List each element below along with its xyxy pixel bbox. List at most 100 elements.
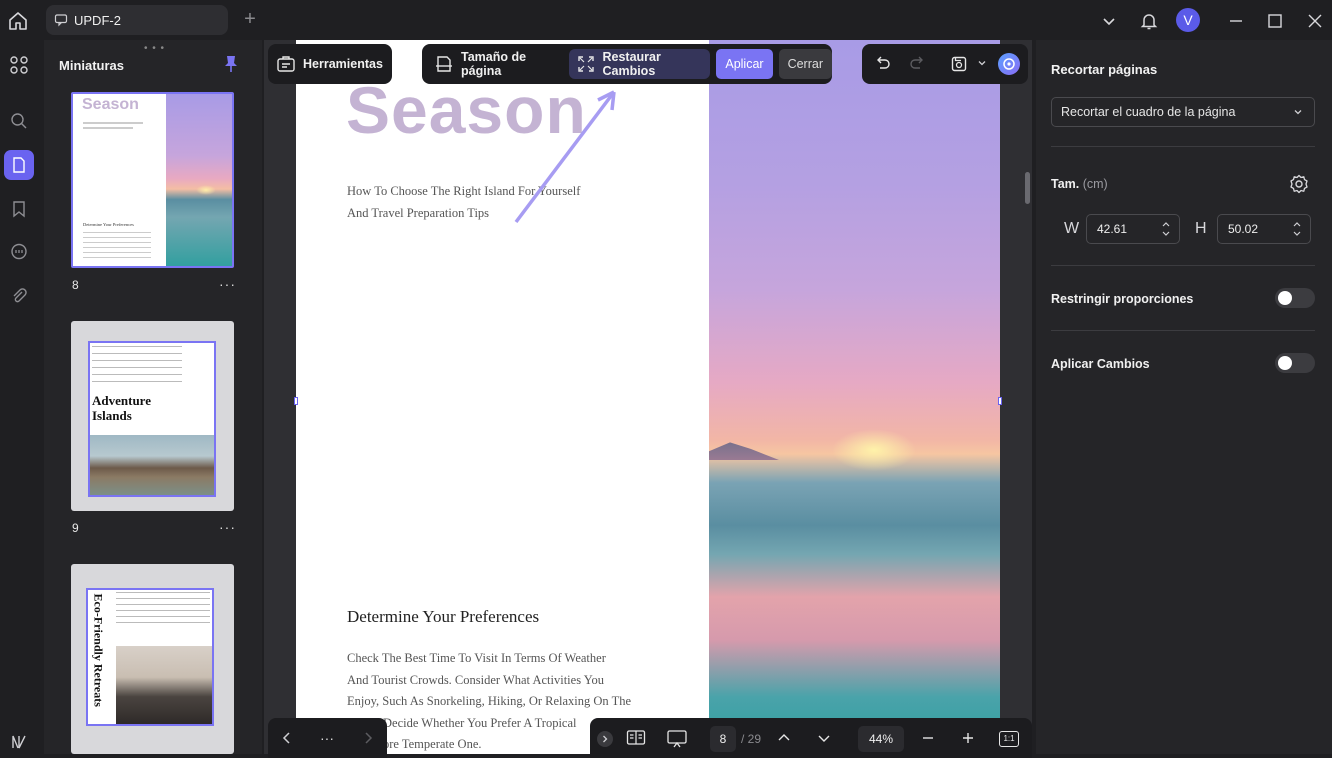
thumbnails-panel: • • • Miniaturas Season Determine Your P… (44, 40, 262, 754)
collapse-button[interactable] (597, 731, 613, 747)
constrain-toggle[interactable] (1275, 288, 1315, 308)
pin-icon[interactable] (222, 54, 240, 74)
stepper-icon[interactable] (1161, 220, 1171, 238)
actual-size-button[interactable]: 1:1 (999, 731, 1019, 747)
attachment-icon[interactable] (4, 281, 34, 311)
annotation-arrow[interactable] (512, 88, 622, 228)
constrain-label: Restringir proporciones (1051, 292, 1194, 306)
view-bar: 8 / 29 44% 1:1 (590, 718, 1032, 758)
maximize-icon[interactable] (1264, 10, 1286, 32)
thumb-page: Adventure Islands (88, 341, 216, 497)
height-label: H (1195, 220, 1207, 237)
tools-button[interactable]: Herramientas (268, 49, 391, 79)
size-unit: (cm) (1082, 177, 1108, 191)
page-size-icon (434, 54, 454, 74)
title-bar: UPDF-2 + V (0, 0, 1332, 40)
thumb-cover-title: Season (82, 96, 139, 113)
chevron-left-icon[interactable] (280, 730, 294, 746)
thumb-more-button[interactable]: ··· (219, 276, 236, 292)
chevron-down-icon[interactable] (1098, 10, 1120, 32)
thumb-body (92, 346, 182, 382)
thumbnail-page-9[interactable]: Adventure Islands (71, 321, 234, 511)
thumb-more-button[interactable]: ··· (219, 519, 236, 535)
thumbnail-page-8[interactable]: Season Determine Your Preferences (71, 92, 234, 268)
body-line: Check The Best Time To Visit In Terms Of… (347, 651, 606, 665)
pages-icon[interactable] (4, 150, 34, 180)
page-number-input[interactable]: 8 (710, 726, 736, 752)
home-icon[interactable] (6, 9, 30, 33)
zoom-level[interactable]: 44% (858, 726, 904, 752)
edit-toolbar (862, 44, 1028, 84)
restore-changes-button[interactable]: Restaurar Cambios (569, 49, 711, 79)
avatar[interactable]: V (1176, 8, 1200, 32)
size-label-text: Tam. (1051, 177, 1080, 191)
tools-icon (276, 54, 296, 74)
thumb-cover-title: Eco-Friendly Retreats (91, 593, 106, 707)
close-button[interactable]: Cerrar (778, 49, 832, 79)
settings-icon[interactable] (1288, 173, 1310, 195)
chevron-right-icon[interactable] (361, 730, 375, 746)
crop-handle-left[interactable] (294, 397, 298, 405)
page-photo (709, 40, 1000, 754)
panel-grip[interactable]: • • • (144, 43, 165, 54)
arrow-down-icon[interactable] (816, 730, 832, 746)
page-nav-bar: ··· (268, 718, 387, 758)
search-icon[interactable] (4, 106, 34, 136)
undo-icon[interactable] (874, 55, 892, 73)
bell-icon[interactable] (1138, 10, 1160, 32)
size-label: Tam. (cm) (1051, 177, 1108, 191)
comment-icon[interactable] (4, 237, 34, 267)
apply-changes-toggle[interactable] (1275, 353, 1315, 373)
crop-handle-right[interactable] (998, 397, 1002, 405)
pdf-page[interactable]: Season How To Choose The Right Island Fo… (296, 40, 1000, 754)
height-input[interactable]: 50.02 (1217, 214, 1311, 244)
thumb-section: Determine Your Preferences (83, 222, 134, 227)
bookmark-icon[interactable] (4, 194, 34, 224)
total-pages: / 29 (741, 732, 762, 746)
thumb-photo (116, 646, 212, 724)
chevron-down-icon[interactable] (976, 57, 988, 69)
close-icon[interactable] (1304, 10, 1326, 32)
stepper-icon[interactable] (1292, 220, 1302, 238)
body-line: And Tourist Crowds. Consider What Activi… (347, 672, 605, 687)
tools-label: Herramientas (303, 57, 383, 71)
scrollbar-thumb[interactable] (1025, 172, 1030, 204)
tab-title: UPDF-2 (74, 12, 121, 28)
apply-changes-label: Aplicar Cambios (1051, 357, 1150, 371)
presentation-icon[interactable] (666, 729, 688, 749)
crop-box-select[interactable]: Recortar el cuadro de la página (1051, 97, 1315, 127)
page-size-label: Tamaño de página (461, 50, 527, 78)
thumb-photo (90, 435, 214, 495)
new-tab-button[interactable]: + (240, 9, 260, 30)
grid-icon[interactable] (4, 50, 34, 80)
crop-panel-title: Recortar páginas (1051, 62, 1158, 77)
pdf-logo-icon[interactable] (4, 727, 34, 757)
document-canvas[interactable]: Season How To Choose The Right Island Fo… (264, 40, 1032, 754)
document-tab[interactable]: UPDF-2 (46, 5, 228, 35)
thumbnails-title: Miniaturas (59, 58, 125, 73)
thumb-page-number: 9 (72, 521, 79, 535)
island-silhouette (709, 442, 779, 460)
apply-button[interactable]: Aplicar (716, 49, 773, 79)
thumb-cover-title: Adventure Islands (92, 393, 151, 423)
zoom-out-icon[interactable] (920, 730, 936, 746)
more-button[interactable]: ··· (320, 730, 334, 746)
zoom-in-icon[interactable] (960, 730, 976, 746)
minimize-icon[interactable] (1225, 10, 1247, 32)
thumb-photo (166, 94, 232, 266)
redo-icon[interactable] (908, 55, 926, 73)
save-icon[interactable] (950, 55, 968, 73)
width-label: W (1064, 220, 1080, 237)
thumb-line (83, 127, 133, 129)
ai-icon[interactable] (998, 53, 1020, 75)
restore-label: Restaurar Cambios (602, 50, 661, 78)
thumb-body (116, 592, 210, 626)
width-value: 42.61 (1097, 222, 1128, 236)
reader-icon[interactable] (626, 729, 646, 747)
page-size-button[interactable]: Tamaño de página (426, 49, 563, 79)
chevron-down-icon (1292, 106, 1304, 118)
width-input[interactable]: 42.61 (1086, 214, 1180, 244)
toggle-knob (1278, 356, 1292, 370)
arrow-up-icon[interactable] (776, 730, 792, 746)
thumbnail-page-10[interactable]: Eco-Friendly Retreats (71, 564, 234, 754)
